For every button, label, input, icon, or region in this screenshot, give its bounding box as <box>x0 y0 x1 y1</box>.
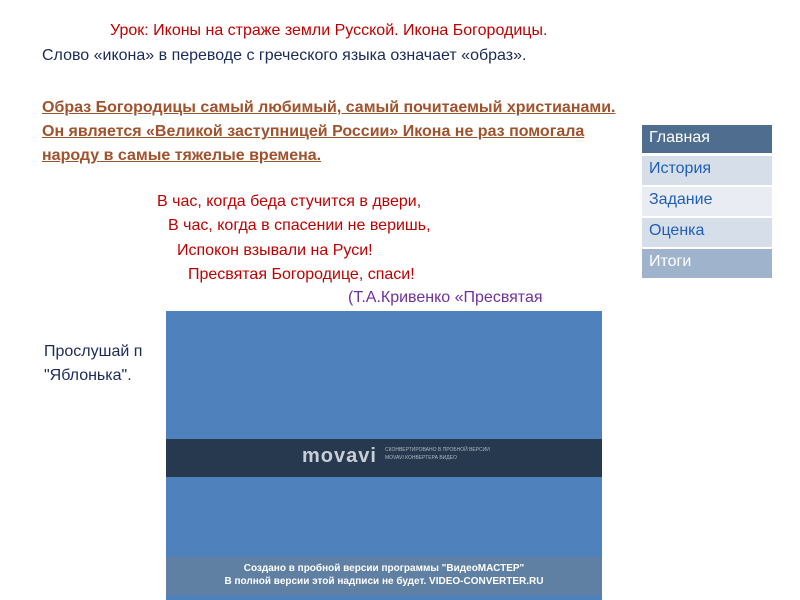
listen-line: Прослушай п <box>44 343 143 360</box>
trial-notice: Создано в пробной версии программы "Виде… <box>166 562 602 588</box>
watermark-band <box>166 439 602 477</box>
nav-item-assessment[interactable]: Оценка <box>641 217 773 248</box>
nav-item-history[interactable]: История <box>641 155 773 186</box>
listen-text: Прослушай п "Яблонька". <box>44 340 142 388</box>
lesson-title: Урок: Иконы на страже земли Русской. Ико… <box>110 22 548 39</box>
listen-line: "Яблонька". <box>44 367 132 384</box>
trial-notice-line: В полной версии этой надписи не будет. V… <box>224 576 544 587</box>
intro-text: Слово «икона» в переводе с греческого яз… <box>42 47 527 64</box>
logo-caption-line: MOVAVI КОНВЕРТЕРА ВИДЕО <box>385 455 457 461</box>
poem-line: В час, когда беда стучится в двери, <box>157 193 422 210</box>
nav-item-results[interactable]: Итоги <box>641 248 773 279</box>
nav-item-task[interactable]: Задание <box>641 186 773 217</box>
poem-line: Пресвятая Богородице, спаси! <box>188 266 415 283</box>
logo-caption: СКОНВЕРТИРОВАНО В ПРОБНОЙ ВЕРСИИ MOVAVI … <box>385 446 490 462</box>
trial-notice-line: Создано в пробной версии программы "Виде… <box>243 563 525 574</box>
poem-line: В час, когда в спасении не веришь, <box>168 217 431 234</box>
poem-attribution: (Т.А.Кривенко «Пресвятая <box>348 289 543 306</box>
video-player[interactable]: movavi СКОНВЕРТИРОВАНО В ПРОБНОЙ ВЕРСИИ … <box>166 311 602 600</box>
logo-caption-line: СКОНВЕРТИРОВАНО В ПРОБНОЙ ВЕРСИИ <box>385 447 490 453</box>
movavi-logo: movavi <box>302 445 377 467</box>
poem-line: Испокон взывали на Руси! <box>177 242 373 259</box>
bold-paragraph: Образ Богородицы самый любимый, самый по… <box>42 99 616 164</box>
nav-item-home[interactable]: Главная <box>641 124 773 155</box>
nav-menu: Главная История Задание Оценка Итоги <box>641 124 773 279</box>
